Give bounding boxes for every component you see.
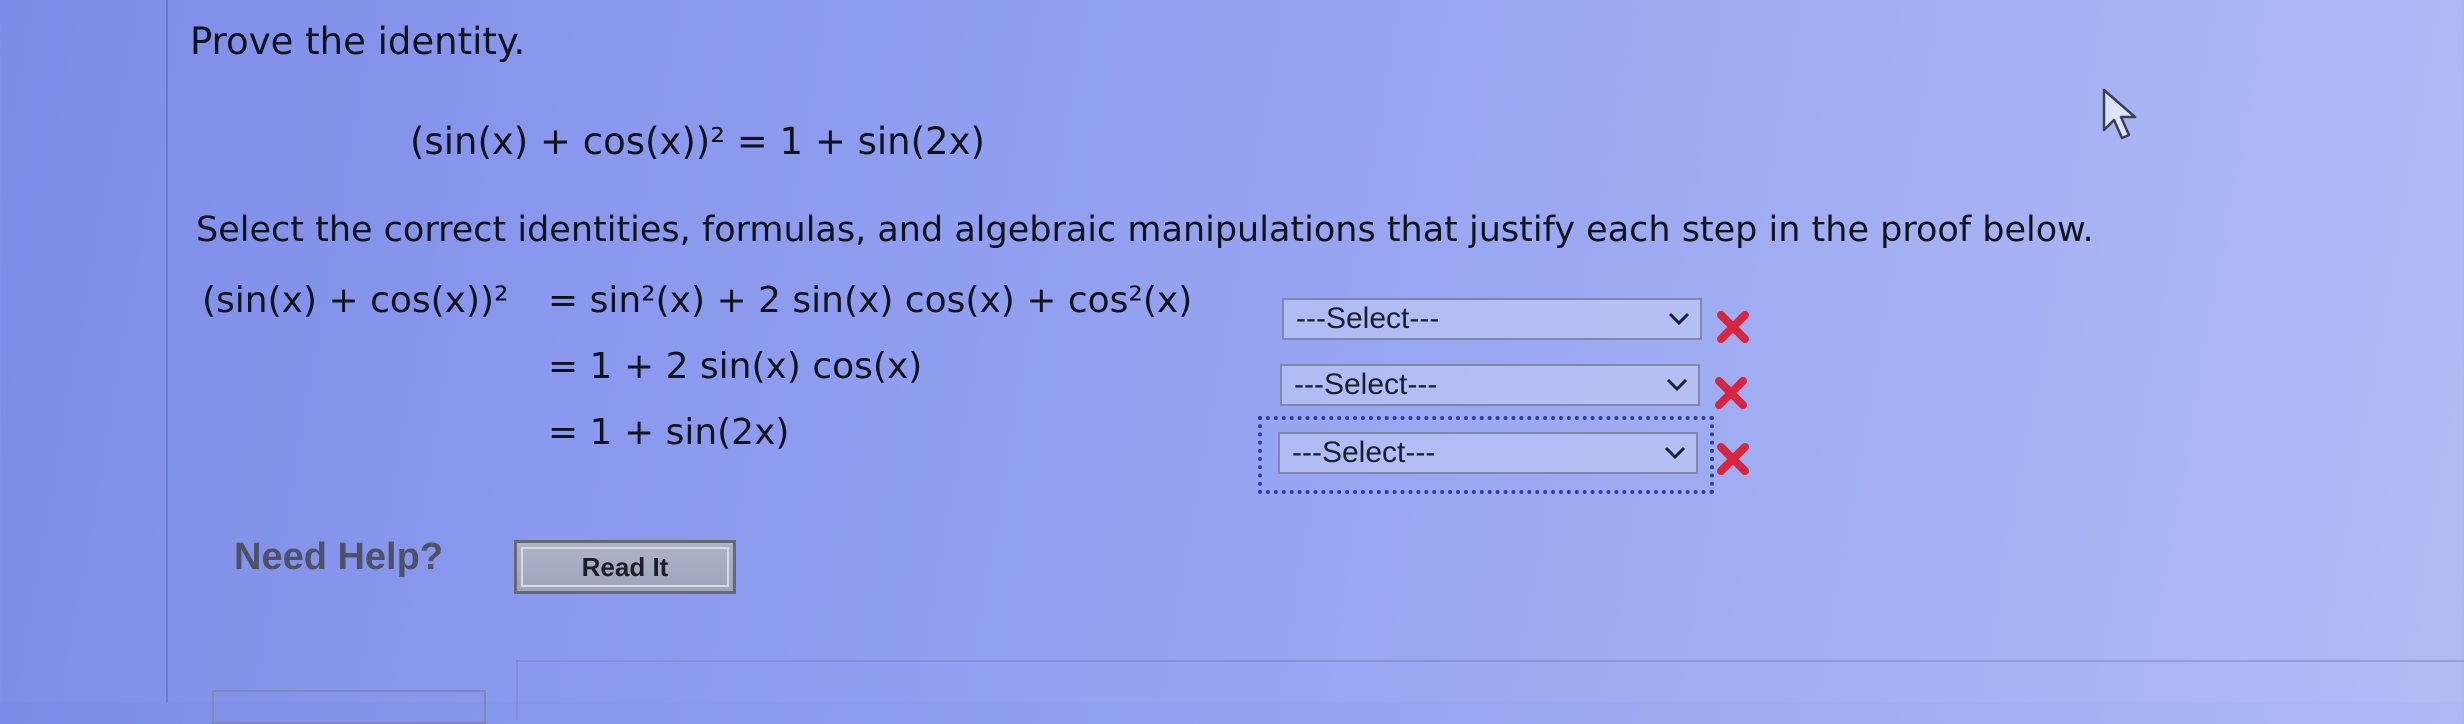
- chevron-down-icon: [1658, 300, 1700, 338]
- proof-step-3-expression: = 1 + sin(2x): [548, 412, 790, 453]
- select-value: ---Select---: [1292, 436, 1436, 469]
- identity-equation: (sin(x) + cos(x))² = 1 + sin(2x): [410, 120, 985, 163]
- step-1-justification-select[interactable]: ---Select---: [1282, 298, 1702, 340]
- proof-step-2-expression: = 1 + 2 sin(x) cos(x): [548, 346, 923, 387]
- mouse-cursor-icon: [2102, 88, 2137, 140]
- proof-step-1-expression: = sin²(x) + 2 sin(x) cos(x) + cos²(x): [548, 280, 1193, 321]
- partial-button[interactable]: [212, 690, 486, 724]
- proof-lhs: (sin(x) + cos(x))²: [202, 280, 509, 321]
- instruction-text: Select the correct identities, formulas,…: [196, 210, 2094, 250]
- bottom-panel-border-left: [516, 660, 518, 720]
- select-value: ---Select---: [1294, 368, 1438, 401]
- panel-border: [166, 0, 168, 702]
- select-value: ---Select---: [1296, 302, 1440, 335]
- step-2-justification-select[interactable]: ---Select---: [1280, 364, 1700, 406]
- step-3-justification-select[interactable]: ---Select---: [1278, 432, 1698, 474]
- x-mark-icon: [1715, 377, 1747, 409]
- read-it-button[interactable]: Read It: [514, 540, 736, 594]
- bottom-panel-border: [516, 660, 2464, 662]
- x-mark-icon: [1717, 311, 1749, 343]
- x-mark-icon: [1717, 443, 1749, 475]
- chevron-down-icon: [1656, 366, 1698, 404]
- chevron-down-icon: [1654, 434, 1696, 472]
- problem-title: Prove the identity.: [190, 20, 526, 63]
- need-help-label: Need Help?: [234, 536, 444, 578]
- read-it-button-label: Read It: [581, 551, 669, 582]
